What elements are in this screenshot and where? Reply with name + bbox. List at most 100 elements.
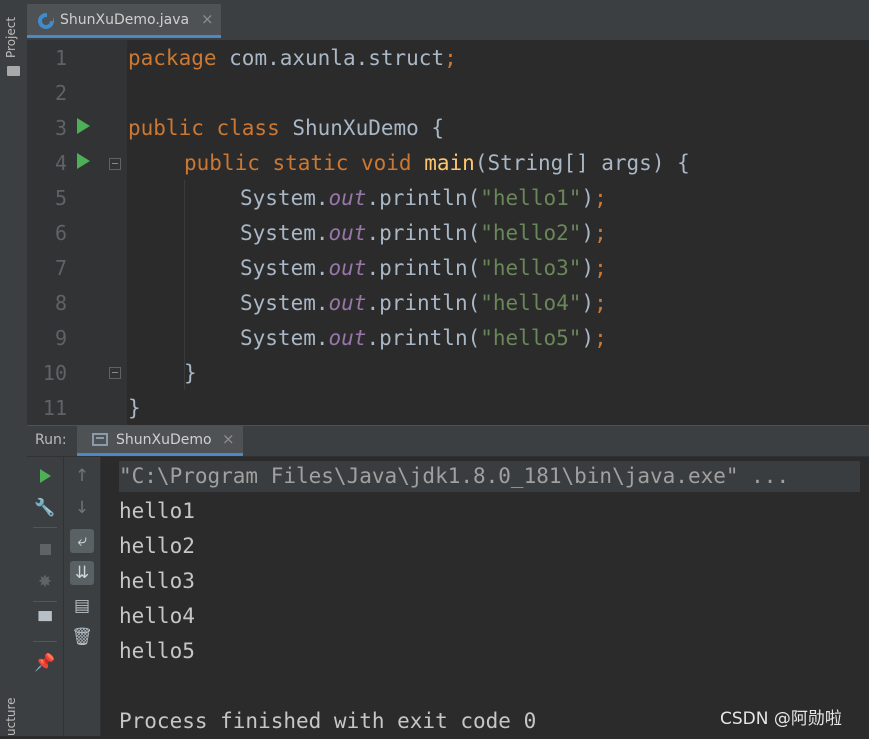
run-tab-label: ShunXuDemo [116, 432, 212, 448]
left-tool-strip: Project ucture [0, 0, 28, 736]
toolbar-separator [33, 601, 57, 602]
field-ref: out [328, 221, 367, 245]
run-panel-header: Run: ShunXuDemo × [27, 425, 869, 457]
fold-marker-icon[interactable] [109, 158, 121, 170]
editor-tab-label: ShunXuDemo.java [60, 12, 190, 28]
line-number: 10 [42, 361, 67, 385]
paren: ) [581, 221, 595, 245]
class-ref: System. [240, 256, 329, 280]
method-params: (String[] args) { [474, 151, 690, 175]
line-number: 4 [54, 151, 67, 175]
class-ref: System. [240, 291, 329, 315]
code-line-11: } [128, 396, 141, 420]
code-line-7: System.out.println("hello3"); [240, 251, 607, 286]
line-number: 1 [54, 46, 67, 70]
keyword: public static void [184, 151, 412, 175]
pin-icon[interactable]: 📌 [33, 651, 57, 675]
class-ref: System. [240, 186, 329, 210]
semicolon: ; [594, 221, 607, 245]
class-declaration: ShunXuDemo { [279, 116, 445, 140]
fold-marker-icon[interactable] [109, 367, 121, 379]
field-ref: out [328, 291, 367, 315]
run-main-gutter-icon[interactable] [77, 153, 90, 169]
arrow-down-icon[interactable]: ↓ [70, 496, 94, 520]
print-icon[interactable]: ▤ [70, 594, 94, 618]
code-line-5: System.out.println("hello1"); [240, 181, 607, 216]
line-number: 11 [42, 396, 67, 420]
paren: ) [581, 291, 595, 315]
soft-wrap-icon[interactable]: ⤶ [70, 529, 94, 553]
console-icon [92, 433, 108, 446]
output-line: hello5 [119, 639, 195, 663]
line-number: 2 [54, 81, 67, 105]
editor-tab-shunxudemo-java[interactable]: ShunXuDemo.java × [27, 4, 221, 38]
layout-icon[interactable]: ▀ [33, 610, 57, 634]
string-literal: "hello5" [480, 326, 582, 350]
line-number: 8 [54, 291, 67, 315]
method-call: .println( [366, 221, 481, 245]
code-editor[interactable]: package com.axunla.struct; public class … [128, 40, 869, 425]
semicolon: ; [444, 46, 457, 70]
debug-icon[interactable]: ✸ [33, 570, 57, 594]
line-number: 7 [54, 256, 67, 280]
console-output[interactable] [101, 457, 869, 736]
field-ref: out [328, 256, 367, 280]
scroll-to-end-icon[interactable]: ⇊ [70, 561, 94, 585]
line-number: 6 [54, 221, 67, 245]
arrow-up-icon[interactable]: ↑ [70, 464, 94, 488]
close-tab-icon[interactable]: × [201, 10, 214, 28]
output-line: hello2 [119, 534, 195, 558]
code-line-4: public static void main(String[] args) { [184, 146, 690, 181]
exit-message: Process finished with exit code 0 [119, 709, 537, 733]
string-literal: "hello1" [480, 186, 582, 210]
method-call: .println( [366, 291, 481, 315]
package-name: com.axunla.struct [216, 46, 445, 70]
method-name: main [424, 151, 475, 175]
method-call: .println( [366, 256, 481, 280]
rerun-icon[interactable] [33, 464, 57, 488]
paren: ) [581, 186, 595, 210]
paren: ) [581, 326, 595, 350]
paren: ) [581, 256, 595, 280]
wrench-icon[interactable]: 🔧 [33, 496, 57, 520]
run-toolbar-primary: 🔧 ✸ ▀ 📌 [27, 457, 64, 736]
code-line-6: System.out.println("hello2"); [240, 216, 607, 251]
semicolon: ; [594, 291, 607, 315]
field-ref: out [328, 186, 367, 210]
command-line[interactable]: "C:\Program Files\Java\jdk1.8.0_181\bin\… [119, 459, 789, 494]
run-class-gutter-icon[interactable] [77, 118, 90, 134]
project-tool-button[interactable]: Project [4, 17, 18, 58]
folder-icon[interactable] [7, 66, 20, 76]
line-number: 3 [54, 116, 67, 140]
close-tab-icon[interactable]: × [222, 430, 235, 448]
run-toolbar-secondary: ↑ ↓ ⤶ ⇊ ▤ 🗑 [64, 457, 101, 736]
line-number: 9 [54, 326, 67, 350]
string-literal: "hello3" [480, 256, 582, 280]
java-class-icon-gap [47, 13, 53, 21]
watermark: CSDN @阿勋啦 [720, 709, 842, 729]
editor-gutter: 1 2 3 4 5 6 7 8 9 10 11 [27, 40, 127, 425]
editor-tab-bar: ShunXuDemo.java × [27, 0, 869, 41]
run-panel-label: Run: [35, 432, 67, 448]
keyword: package [128, 46, 217, 70]
line-number: 5 [54, 186, 67, 210]
output-line: hello4 [119, 604, 195, 628]
structure-tool-button[interactable]: ucture [4, 697, 18, 736]
toolbar-separator [33, 527, 57, 528]
code-line-8: System.out.println("hello4"); [240, 286, 607, 321]
toolbar-separator [33, 641, 57, 642]
code-line-9: System.out.println("hello5"); [240, 321, 607, 356]
run-tab-shunxudemo[interactable]: ShunXuDemo × [77, 426, 243, 456]
method-call: .println( [366, 186, 481, 210]
field-ref: out [328, 326, 367, 350]
class-ref: System. [240, 326, 329, 350]
stop-icon[interactable] [33, 537, 57, 561]
code-line-1: package com.axunla.struct; [128, 41, 457, 76]
code-line-10: } [184, 361, 197, 385]
output-line: hello1 [119, 499, 195, 523]
method-call: .println( [366, 326, 481, 350]
string-literal: "hello4" [480, 291, 582, 315]
trash-icon[interactable]: 🗑 [70, 625, 94, 649]
semicolon: ; [594, 256, 607, 280]
semicolon: ; [594, 326, 607, 350]
